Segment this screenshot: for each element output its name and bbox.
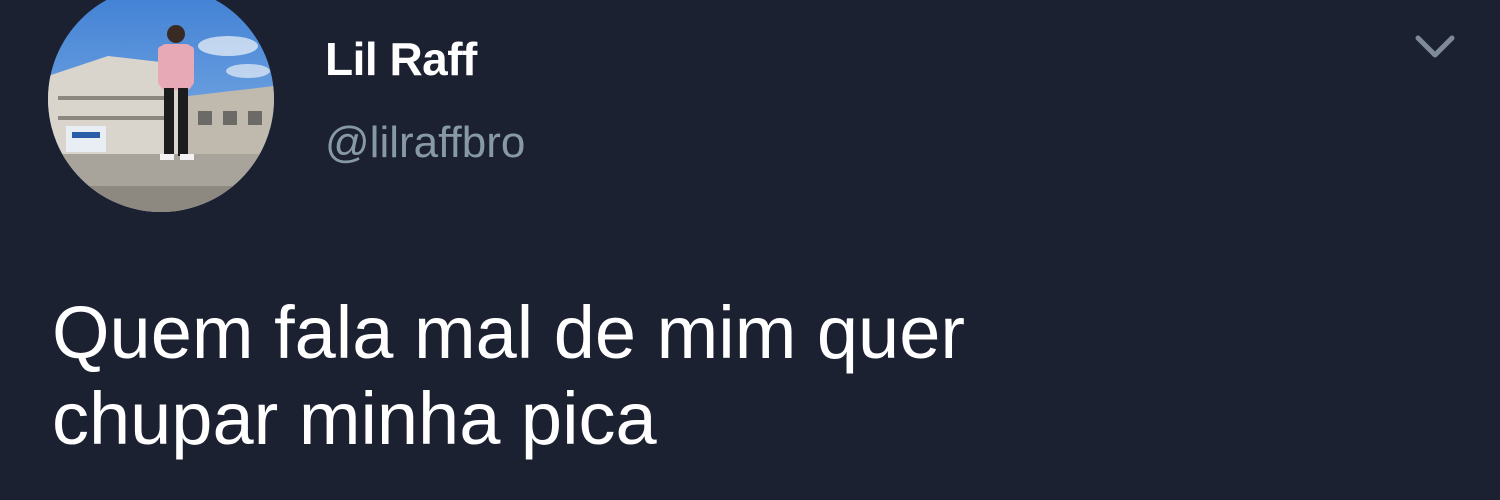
display-name[interactable]: Lil Raff	[325, 32, 477, 86]
tweet-text-line: chupar minha pica	[52, 377, 657, 460]
user-handle[interactable]: @lilraffbro	[325, 118, 525, 168]
chevron-down-icon[interactable]	[1412, 30, 1458, 64]
avatar-photo	[48, 0, 274, 212]
tweet-text: Quem fala mal de mim quer chupar minha p…	[52, 290, 1452, 462]
tweet-card: Lil Raff @lilraffbro Quem fala mal de mi…	[0, 0, 1500, 500]
avatar[interactable]	[48, 0, 274, 212]
tweet-text-line: Quem fala mal de mim quer	[52, 291, 966, 374]
